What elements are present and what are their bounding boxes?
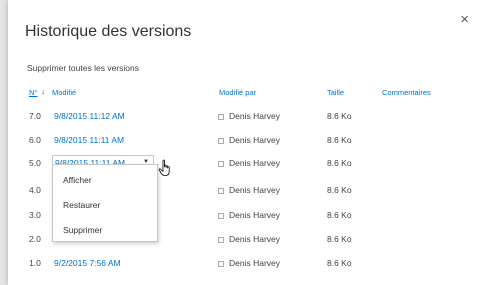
author-name: Denis Harvey <box>229 158 281 168</box>
version-context-menu: Afficher Restaurer Supprimer <box>52 164 158 242</box>
column-header-comments[interactable]: Commentaires <box>382 88 431 97</box>
presence-icon <box>218 213 224 219</box>
author: Denis Harvey <box>218 158 280 168</box>
file-size: 8.6 Ko <box>327 158 352 168</box>
table-row: 7.0 9/8/2015 11:12 AM Denis Harvey 8.6 K… <box>8 111 477 131</box>
dialog-title: Historique des versions <box>25 23 192 40</box>
version-date-link[interactable]: 9/2/2015 7:56 AM <box>54 258 121 268</box>
menu-item-view[interactable]: Afficher <box>63 175 92 185</box>
file-size: 8.6 Ko <box>327 185 352 195</box>
author: Denis Harvey <box>218 111 280 121</box>
version-date-link[interactable]: 9/8/2015 11:11 AM <box>54 135 124 145</box>
author: Denis Harvey <box>218 234 280 244</box>
version-number: 3.0 <box>29 210 41 220</box>
version-number: 2.0 <box>29 234 41 244</box>
author: Denis Harvey <box>218 258 280 268</box>
version-number: 4.0 <box>29 185 41 195</box>
menu-item-restore[interactable]: Restaurer <box>63 200 100 210</box>
author-name: Denis Harvey <box>229 111 281 121</box>
file-size: 8.6 Ko <box>327 111 352 121</box>
version-number: 7.0 <box>29 111 41 121</box>
author: Denis Harvey <box>218 210 280 220</box>
menu-item-delete[interactable]: Supprimer <box>63 225 102 235</box>
version-history-dialog: × Historique des versions Supprimer tout… <box>8 0 477 285</box>
presence-icon <box>218 261 224 267</box>
column-header-modified[interactable]: Modifié <box>52 88 76 97</box>
presence-icon <box>218 138 224 144</box>
column-header-number[interactable]: N° <box>29 88 37 97</box>
presence-icon <box>218 237 224 243</box>
delete-all-versions-link[interactable]: Supprimer toutes les versions <box>27 63 139 73</box>
sort-arrow-icon: ↓ <box>41 87 45 96</box>
table-row: 6.0 9/8/2015 11:11 AM Denis Harvey 8.6 K… <box>8 135 477 155</box>
version-number: 5.0 <box>29 158 41 168</box>
version-number: 6.0 <box>29 135 41 145</box>
author-name: Denis Harvey <box>229 258 281 268</box>
file-size: 8.6 Ko <box>327 210 352 220</box>
file-size: 8.6 Ko <box>327 135 352 145</box>
file-size: 8.6 Ko <box>327 258 352 268</box>
column-header-modified-by[interactable]: Modifié par <box>219 88 256 97</box>
presence-icon <box>218 161 224 167</box>
column-header-size[interactable]: Taille <box>327 88 344 97</box>
author-name: Denis Harvey <box>229 234 281 244</box>
file-size: 8.6 Ko <box>327 234 352 244</box>
author-name: Denis Harvey <box>229 185 281 195</box>
author-name: Denis Harvey <box>229 210 281 220</box>
author: Denis Harvey <box>218 135 280 145</box>
presence-icon <box>218 114 224 120</box>
author-name: Denis Harvey <box>229 135 281 145</box>
version-date-link[interactable]: 9/8/2015 11:12 AM <box>54 111 125 121</box>
author: Denis Harvey <box>218 185 280 195</box>
column-header-number-label: N° <box>29 88 38 97</box>
close-icon[interactable]: × <box>460 12 469 27</box>
presence-icon <box>218 188 224 194</box>
table-row: 1.0 9/2/2015 7:56 AM Denis Harvey 8.6 Ko <box>8 258 477 278</box>
hand-cursor-icon <box>158 159 170 176</box>
version-number: 1.0 <box>29 258 41 268</box>
